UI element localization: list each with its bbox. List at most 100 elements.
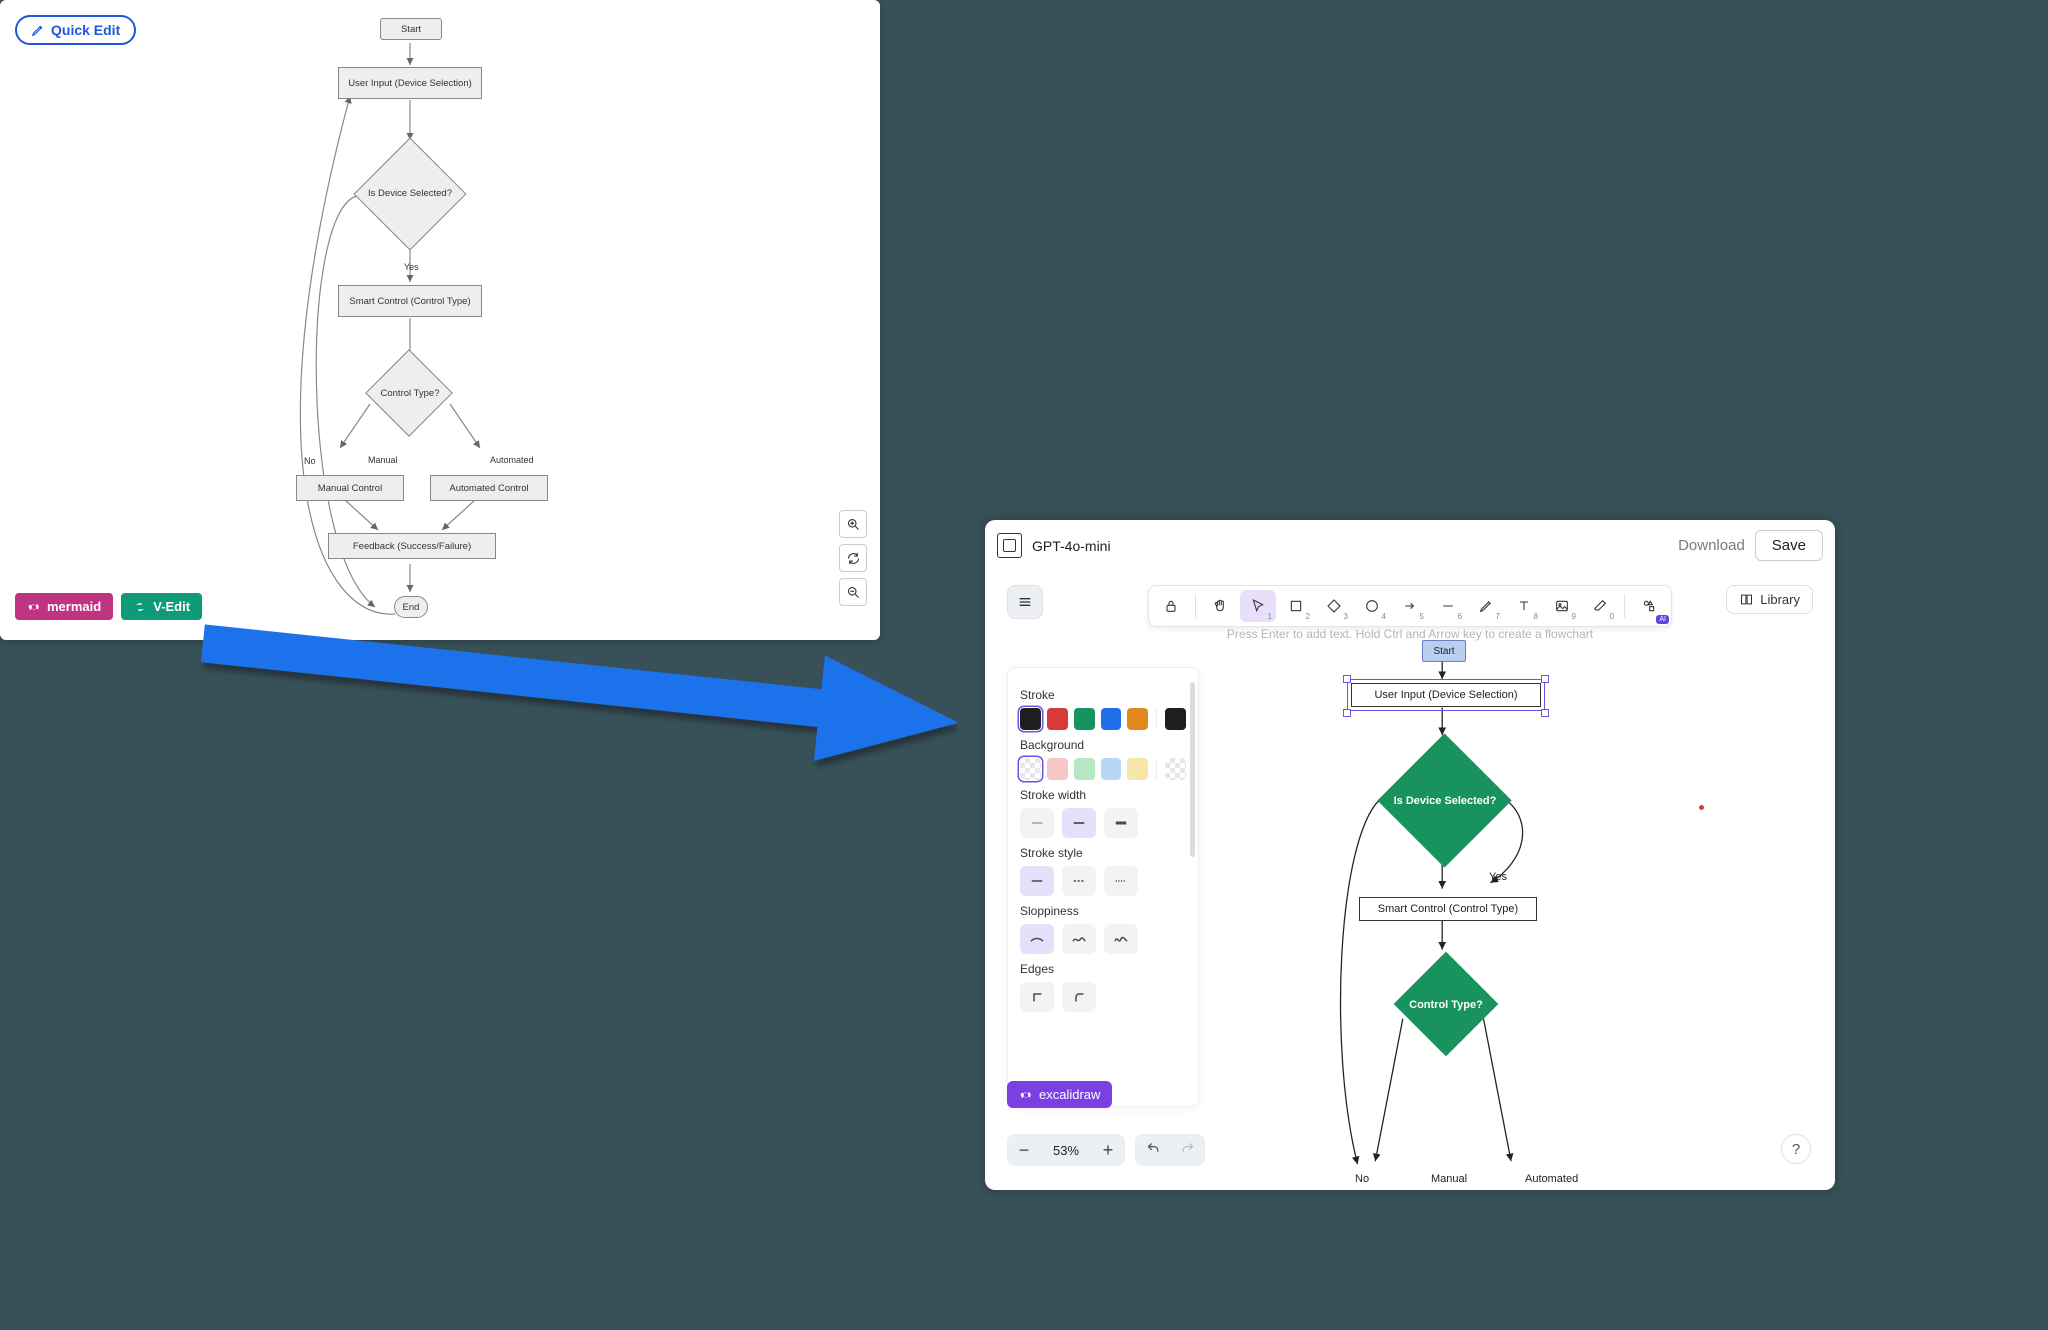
edge-no: No (304, 456, 316, 466)
arrow-icon (1402, 598, 1418, 614)
model-icon (997, 533, 1022, 558)
selection-frame (1347, 679, 1545, 711)
vedit-badge-label: V-Edit (153, 599, 190, 614)
bg-transparent[interactable] (1020, 758, 1041, 780)
hand-tool[interactable] (1202, 590, 1238, 622)
sel-handle-ne[interactable] (1541, 675, 1549, 683)
edge-manual: Manual (1431, 1173, 1467, 1185)
sel-handle-nw[interactable] (1343, 675, 1351, 683)
node-start: Start (380, 18, 442, 40)
tool-toolbar: 1 2 3 4 5 6 7 8 9 0 AI (1148, 585, 1672, 627)
eraser-tool[interactable]: 0 (1582, 590, 1618, 622)
background-label: Background (1020, 738, 1186, 752)
bg-yellow[interactable] (1127, 758, 1148, 780)
zoom-in-button[interactable] (839, 510, 867, 538)
sel-handle-se[interactable] (1541, 709, 1549, 717)
image-icon (1554, 598, 1570, 614)
background-swatches (1020, 758, 1186, 780)
image-tool[interactable]: 9 (1544, 590, 1580, 622)
arrow-tool[interactable]: 5 (1392, 590, 1428, 622)
sloppiness-cartoon[interactable] (1104, 924, 1138, 954)
edges-sharp[interactable] (1020, 982, 1054, 1012)
scrollbar[interactable] (1190, 682, 1195, 857)
line-tool[interactable]: 6 (1430, 590, 1466, 622)
red-dot-marker (1699, 805, 1704, 810)
stroke-color-green[interactable] (1074, 708, 1095, 730)
save-button[interactable]: Save (1755, 530, 1823, 561)
edge-automated: Automated (490, 455, 534, 465)
stroke-color-orange[interactable] (1127, 708, 1148, 730)
library-button[interactable]: Library (1726, 585, 1813, 614)
edge-yes: Yes (404, 262, 419, 272)
node-control-type-label: Control Type? (350, 388, 470, 399)
zoom-group: − 53% + (1007, 1134, 1125, 1166)
node-start[interactable]: Start (1422, 640, 1466, 662)
stroke-width-thin[interactable] (1020, 808, 1054, 838)
text-tool[interactable]: 8 (1506, 590, 1542, 622)
sloppiness-arch[interactable] (1020, 924, 1054, 954)
ai-tool[interactable]: AI (1631, 590, 1667, 622)
refresh-icon (846, 551, 861, 566)
ellipse-tool[interactable]: 4 (1354, 590, 1390, 622)
node-is-selected-label: Is Device Selected? (350, 188, 470, 199)
sloppiness-artist[interactable] (1062, 924, 1096, 954)
mermaid-badge[interactable]: mermaid (15, 593, 113, 620)
zoom-reset-button[interactable] (839, 544, 867, 572)
circle-icon (1364, 598, 1380, 614)
undo-button[interactable] (1137, 1136, 1169, 1164)
bg-current[interactable] (1165, 758, 1186, 780)
node-control-type-label: Control Type? (1401, 983, 1491, 1027)
zoom-value[interactable]: 53% (1041, 1143, 1091, 1158)
swap-icon (133, 600, 147, 614)
bottom-badges: mermaid V-Edit (15, 593, 202, 620)
diamond-tool[interactable]: 3 (1316, 590, 1352, 622)
node-smart-control[interactable]: Smart Control (Control Type) (1359, 897, 1537, 921)
lock-tool[interactable] (1153, 590, 1189, 622)
mermaid-badge-label: mermaid (47, 599, 101, 614)
stroke-current[interactable] (1165, 708, 1186, 730)
zoom-in-icon (846, 517, 861, 532)
library-label: Library (1760, 592, 1800, 607)
sel-handle-sw[interactable] (1343, 709, 1351, 717)
right-editor-panel: GPT-4o-mini Download Save 1 2 3 4 5 6 7 … (985, 520, 1835, 1190)
left-zoom-toolbar (839, 510, 867, 606)
stroke-width-thick[interactable] (1104, 808, 1138, 838)
bg-green[interactable] (1074, 758, 1095, 780)
book-icon (1739, 592, 1754, 607)
rectangle-tool[interactable]: 2 (1278, 590, 1314, 622)
bg-pink[interactable] (1047, 758, 1068, 780)
bottom-controls: − 53% + (1007, 1134, 1205, 1166)
stroke-width-mid[interactable] (1062, 808, 1096, 838)
zoom-out-button[interactable] (839, 578, 867, 606)
stroke-color-black[interactable] (1020, 708, 1041, 730)
drawing-canvas[interactable]: 1 2 3 4 5 6 7 8 9 0 AI Library Press Ent… (999, 575, 1821, 1176)
menu-button[interactable] (1007, 585, 1043, 619)
diamond-icon (1326, 598, 1342, 614)
redo-button[interactable] (1171, 1136, 1203, 1164)
download-button[interactable]: Download (1678, 537, 1745, 554)
hamburger-icon (1017, 594, 1033, 610)
node-automated-control: Automated Control (430, 475, 548, 501)
bg-blue[interactable] (1101, 758, 1122, 780)
excalidraw-flowchart: Start User Input (Device Selection) Is D… (1209, 625, 1821, 1176)
zoom-out-button[interactable]: − (1007, 1134, 1041, 1166)
draw-tool[interactable]: 7 (1468, 590, 1504, 622)
cursor-icon (1250, 598, 1266, 614)
zoom-in-button[interactable]: + (1091, 1134, 1125, 1166)
stroke-style-dashed[interactable] (1062, 866, 1096, 896)
stroke-swatches (1020, 708, 1186, 730)
vedit-badge[interactable]: V-Edit (121, 593, 202, 620)
gear-icon (1019, 1088, 1033, 1102)
hand-icon (1212, 598, 1228, 614)
stroke-style-dotted[interactable] (1104, 866, 1138, 896)
pencil-icon (1478, 598, 1494, 614)
stroke-style-solid[interactable] (1020, 866, 1054, 896)
stroke-color-red[interactable] (1047, 708, 1068, 730)
edges-round[interactable] (1062, 982, 1096, 1012)
mermaid-flowchart: Start User Input (Device Selection) Is D… (0, 0, 880, 640)
edge-manual: Manual (368, 455, 398, 465)
excalidraw-badge[interactable]: excalidraw (1007, 1081, 1112, 1108)
selection-tool[interactable]: 1 (1240, 590, 1276, 622)
stroke-color-blue[interactable] (1101, 708, 1122, 730)
zoom-out-icon (846, 585, 861, 600)
